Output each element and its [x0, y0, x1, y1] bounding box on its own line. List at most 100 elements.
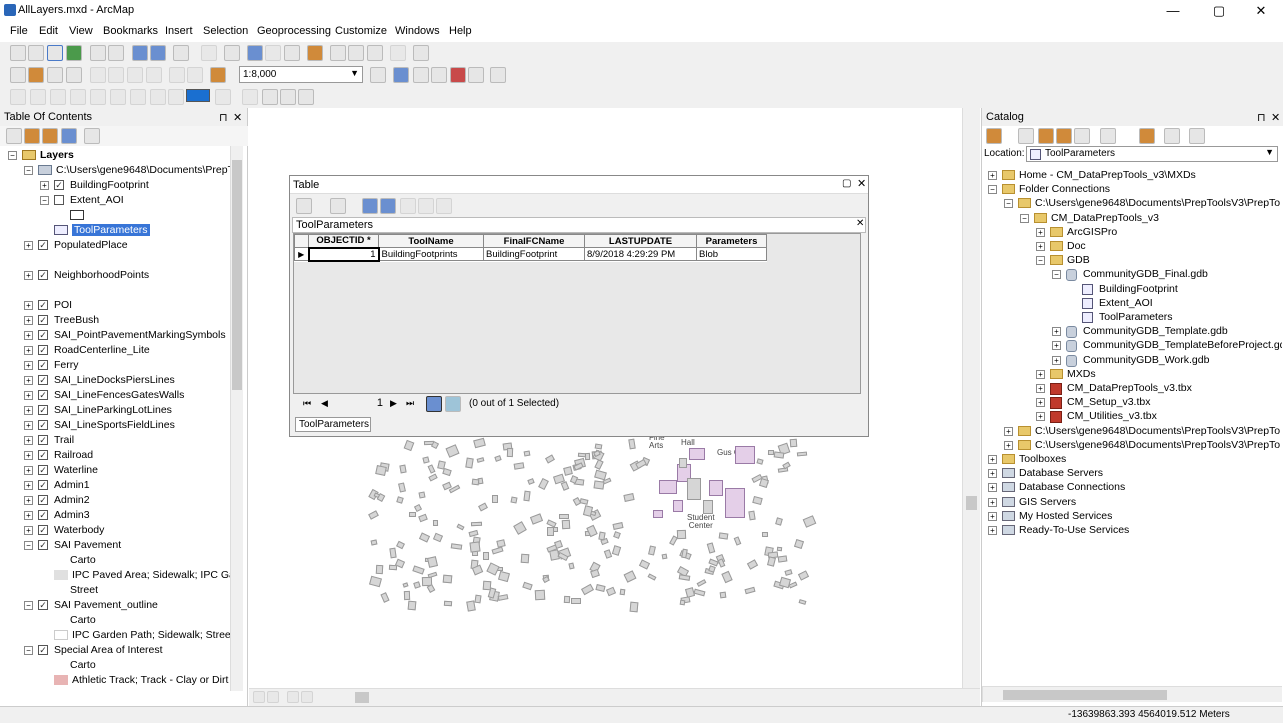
expand-icon[interactable]: + [1036, 384, 1045, 393]
next-record-icon[interactable]: ▶ [390, 398, 397, 409]
editor-toolbar-icon[interactable] [370, 67, 386, 83]
toc-row[interactable]: Carto [0, 613, 230, 628]
toc-row[interactable] [0, 283, 230, 298]
catalog-row[interactable]: + Database Servers [982, 466, 1282, 481]
visibility-checkbox[interactable] [54, 195, 64, 205]
toc-row[interactable]: + ✓ Ferry [0, 358, 230, 373]
catalog-row[interactable]: + CommunityGDB_Work.gdb [982, 353, 1282, 368]
toc-row[interactable]: + ✓ Railroad [0, 448, 230, 463]
layout-back-icon[interactable] [150, 89, 166, 105]
catalog-window-icon[interactable] [413, 67, 429, 83]
toc-row[interactable]: Athletic Track; Track - Clay or Dirt [0, 673, 230, 688]
visibility-checkbox[interactable]: ✓ [38, 435, 48, 445]
expand-icon[interactable]: + [988, 512, 997, 521]
search-window-icon[interactable] [431, 67, 447, 83]
catalog-row[interactable]: Extent_AOI [982, 296, 1282, 311]
zoom-in-icon[interactable] [10, 45, 26, 61]
catalog-row[interactable]: − C:\Users\gene9648\Documents\PrepToolsV3… [982, 196, 1282, 211]
catalog-row[interactable]: − CommunityGDB_Final.gdb [982, 267, 1282, 282]
previous-record-icon[interactable]: ◀ [321, 398, 328, 409]
list-by-source-icon[interactable] [24, 128, 40, 144]
toc-row[interactable]: + ✓ SAI_PointPavementMarkingSymbols [0, 328, 230, 343]
collapse-icon[interactable]: − [24, 166, 33, 175]
paste-icon[interactable] [127, 67, 143, 83]
toc-scroll-thumb[interactable] [232, 160, 242, 390]
visibility-checkbox[interactable]: ✓ [38, 300, 48, 310]
color-swatch[interactable] [186, 89, 210, 102]
catalog-row[interactable]: + GIS Servers [982, 495, 1282, 510]
visibility-checkbox[interactable]: ✓ [38, 480, 48, 490]
expand-icon[interactable]: + [24, 511, 33, 520]
catalog-options-icon[interactable] [1189, 128, 1205, 144]
expand-icon[interactable]: + [24, 331, 33, 340]
visibility-checkbox[interactable]: ✓ [38, 405, 48, 415]
collapse-icon[interactable]: − [8, 151, 17, 160]
expand-icon[interactable]: + [24, 346, 33, 355]
toc-scrollbar[interactable] [230, 146, 243, 691]
catalog-close-icon[interactable]: ✕ [1271, 111, 1280, 124]
menu-file[interactable]: File [10, 25, 28, 37]
catalog-row[interactable]: + C:\Users\gene9648\Documents\PrepToolsV3… [982, 424, 1282, 439]
add-data-icon[interactable] [210, 67, 226, 83]
cut-icon[interactable] [90, 67, 106, 83]
expand-icon[interactable]: + [1036, 398, 1045, 407]
visibility-checkbox[interactable]: ✓ [38, 315, 48, 325]
catalog-row[interactable]: − CM_DataPrepTools_v3 [982, 211, 1282, 226]
catalog-row[interactable]: + MXDs [982, 367, 1282, 382]
expand-icon[interactable]: + [24, 451, 33, 460]
maximize-icon[interactable]: ▢ [842, 178, 851, 189]
expand-icon[interactable]: + [1052, 341, 1061, 350]
select-elements-icon[interactable] [224, 45, 240, 61]
delete-selected-icon[interactable] [436, 198, 452, 214]
fixed-zoom-out-icon[interactable] [108, 45, 124, 61]
find-route-icon[interactable] [348, 45, 364, 61]
measure-icon[interactable] [307, 45, 323, 61]
focus-data-frame-icon[interactable] [242, 89, 258, 105]
visibility-checkbox[interactable]: ✓ [38, 345, 48, 355]
expand-icon[interactable]: + [1036, 228, 1045, 237]
forward-icon[interactable] [1018, 128, 1034, 144]
toc-close-icon[interactable]: ✕ [233, 111, 242, 124]
zoom-100-icon[interactable] [90, 89, 106, 105]
toc-row[interactable]: + ✓ SAI_LineFencesGatesWalls [0, 388, 230, 403]
show-all-records-icon[interactable] [426, 396, 442, 412]
expand-icon[interactable]: + [24, 391, 33, 400]
catalog-row[interactable]: + ArcGISPro [982, 225, 1282, 240]
catalog-row[interactable]: + Doc [982, 239, 1282, 254]
toc-row[interactable]: Carto [0, 658, 230, 673]
collapse-icon[interactable]: − [24, 601, 33, 610]
data-driven-pages-icon[interactable] [280, 89, 296, 105]
data-view-icon[interactable] [253, 691, 265, 703]
visibility-checkbox[interactable]: ✓ [38, 540, 48, 550]
hyperlink-icon[interactable] [265, 45, 281, 61]
time-slider-icon[interactable] [390, 45, 406, 61]
visibility-checkbox[interactable]: ✓ [38, 495, 48, 505]
layout-fixed-zoom-in-icon[interactable] [110, 89, 126, 105]
current-record-field[interactable]: 1 [343, 397, 383, 409]
catalog-row[interactable]: + CM_Setup_v3.tbx [982, 395, 1282, 410]
toc-row[interactable]: + ✓ Admin1 [0, 478, 230, 493]
catalog-pin-icon[interactable]: ⊓ [1257, 111, 1266, 124]
goto-xy-icon[interactable] [367, 45, 383, 61]
expand-icon[interactable]: + [24, 361, 33, 370]
identify-icon[interactable] [247, 45, 263, 61]
table-cell[interactable]: Blob [696, 247, 767, 261]
toc-row[interactable]: IPC Paved Area; Sidewalk; IPC Garder [0, 568, 230, 583]
current-row-icon[interactable]: ▶ [294, 247, 309, 261]
zoom-to-selected-icon[interactable] [418, 198, 434, 214]
catalog-row[interactable]: + Home - CM_DataPrepTools_v3\MXDs [982, 168, 1282, 183]
expand-icon[interactable]: + [40, 181, 49, 190]
expand-icon[interactable]: + [24, 496, 33, 505]
toc-row[interactable]: + ✓ Admin2 [0, 493, 230, 508]
show-selected-records-icon[interactable] [445, 396, 461, 412]
minimize-button[interactable]: — [1151, 0, 1195, 22]
undo-icon[interactable] [169, 67, 185, 83]
toc-row[interactable]: + ✓ SAI_LineSportsFieldLines [0, 418, 230, 433]
menu-selection[interactable]: Selection [203, 25, 248, 37]
zoom-out-icon[interactable] [28, 45, 44, 61]
expand-icon[interactable]: + [988, 171, 997, 180]
collapse-icon[interactable]: − [24, 541, 33, 550]
toc-row[interactable]: + ✓ BuildingFootprint [0, 178, 230, 193]
views-icon[interactable] [1100, 128, 1116, 144]
collapse-icon[interactable]: − [988, 185, 997, 194]
